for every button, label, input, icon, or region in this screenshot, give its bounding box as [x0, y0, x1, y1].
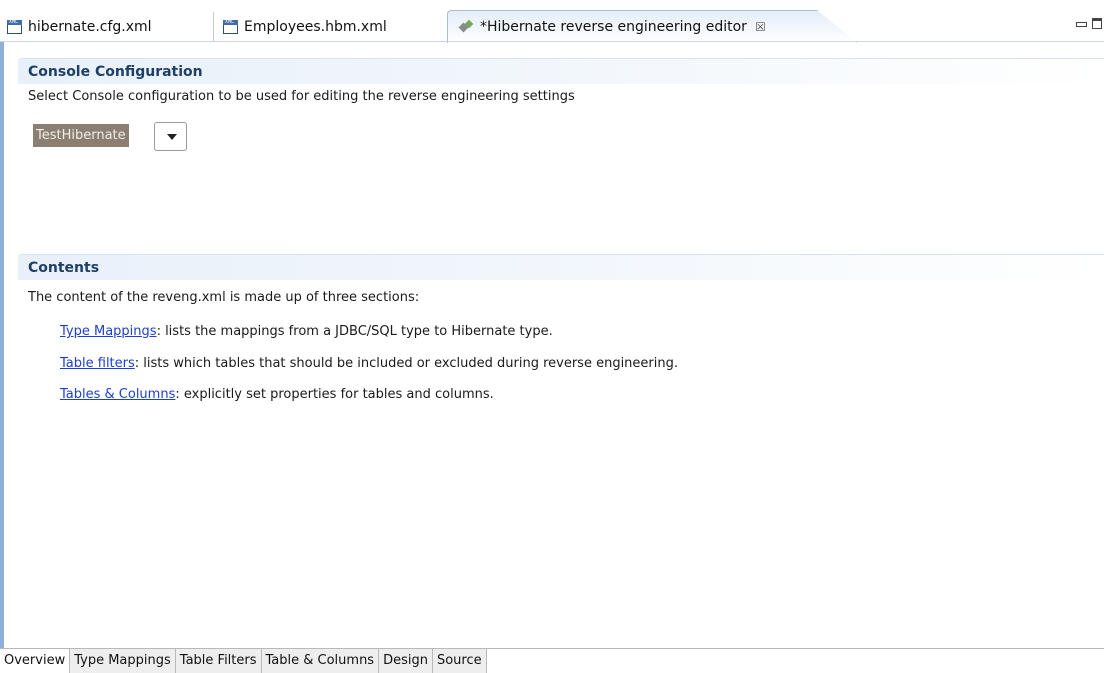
- page-tabs: Overview Type Mappings Table Filters Tab…: [0, 648, 487, 673]
- tables-columns-link[interactable]: Tables & Columns: [60, 387, 175, 402]
- minimize-icon[interactable]: [1076, 18, 1087, 28]
- contents-header: Contents: [18, 254, 1104, 280]
- tab-overview[interactable]: Overview: [0, 649, 71, 673]
- table-filters-link[interactable]: Table filters: [60, 356, 135, 371]
- tab-table-columns[interactable]: Table & Columns: [261, 649, 380, 673]
- link-description: : lists the mappings from a JDBC/SQL typ…: [156, 324, 553, 339]
- type-mappings-link[interactable]: Type Mappings: [60, 324, 157, 339]
- maximize-icon[interactable]: [1092, 18, 1102, 29]
- section-title: Contents: [28, 260, 100, 276]
- editor-tab-bar: XML hibernate.cfg.xml XML Employees.hbm.…: [0, 0, 1104, 43]
- tab-type-mappings[interactable]: Type Mappings: [70, 649, 176, 673]
- tab-hibernate-cfg[interactable]: XML hibernate.cfg.xml: [0, 12, 214, 42]
- list-item: Tables & Columns: explicitly set propert…: [60, 387, 494, 402]
- section-title: Console Configuration: [28, 64, 203, 80]
- tab-bar-divider: [0, 41, 1104, 42]
- tab-label: hibernate.cfg.xml: [28, 19, 152, 35]
- link-description: : explicitly set properties for tables a…: [175, 387, 494, 402]
- list-item: Type Mappings: lists the mappings from a…: [60, 324, 553, 339]
- tab-label: *Hibernate reverse engineering editor: [480, 19, 747, 35]
- editor-gutter: [0, 42, 4, 648]
- tab-label: Employees.hbm.xml: [244, 19, 387, 35]
- console-config-header: Console Configuration: [18, 58, 1104, 84]
- console-config-description: Select Console configuration to be used …: [28, 89, 575, 104]
- tab-employees-hbm[interactable]: XML Employees.hbm.xml: [216, 12, 446, 42]
- link-description: : lists which tables that should be incl…: [134, 356, 678, 371]
- tab-design[interactable]: Design: [379, 649, 433, 673]
- list-item: Table filters: lists which tables that s…: [60, 356, 678, 371]
- tab-reveng-editor[interactable]: *Hibernate reverse engineering editor ☒: [447, 10, 857, 43]
- tab-source[interactable]: Source: [432, 649, 487, 673]
- window-controls: [1076, 18, 1102, 29]
- xml-file-icon: XML: [6, 19, 24, 35]
- chevron-down-icon[interactable]: [154, 122, 187, 151]
- close-icon[interactable]: ☒: [755, 20, 766, 34]
- contents-description: The content of the reveng.xml is made up…: [28, 290, 420, 305]
- hibernate-icon: [458, 19, 476, 35]
- console-config-select[interactable]: TestHibernate: [33, 124, 129, 147]
- tab-table-filters[interactable]: Table Filters: [175, 649, 262, 673]
- xml-file-icon: XML: [222, 19, 240, 35]
